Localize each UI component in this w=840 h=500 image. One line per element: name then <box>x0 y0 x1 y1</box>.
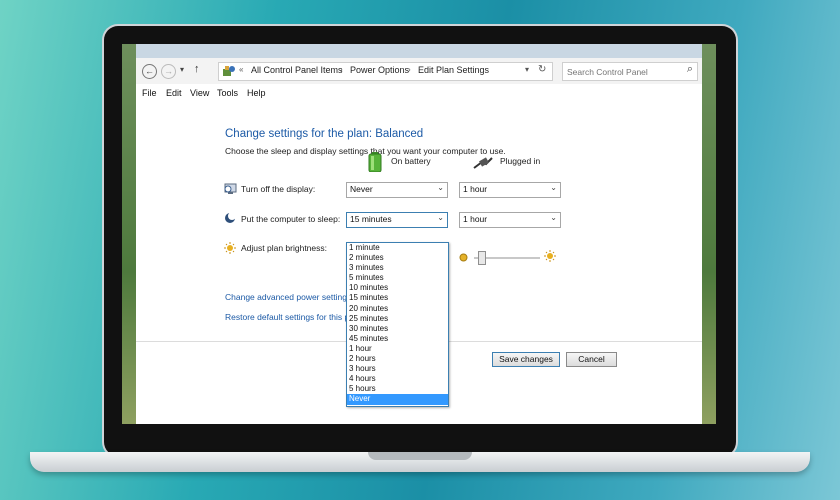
column-plugged-in: Plugged in <box>500 156 541 166</box>
breadcrumb[interactable]: « All Control Panel Items › Power Option… <box>218 62 553 81</box>
sleep-option[interactable]: 30 minutes <box>347 324 448 334</box>
sleep-option[interactable]: 3 minutes <box>347 263 448 273</box>
menu-view[interactable]: View <box>190 88 209 98</box>
sleep-battery-select[interactable]: 15 minutes ⌄ <box>346 212 448 228</box>
sleep-battery-value: 15 minutes <box>350 214 392 224</box>
up-arrow-icon[interactable]: ↑ <box>194 63 200 75</box>
display-plugged-select[interactable]: 1 hour ⌄ <box>459 182 561 198</box>
back-arrow-icon: ← <box>145 66 154 76</box>
forward-button[interactable]: → <box>161 64 176 79</box>
breadcrumb-edit-plan[interactable]: Edit Plan Settings <box>418 65 489 75</box>
search-box[interactable]: ⌕ <box>562 62 698 81</box>
power-plug-icon <box>473 157 493 169</box>
chevron-down-icon: ⌄ <box>550 183 557 192</box>
sleep-option[interactable]: 20 minutes <box>347 304 448 314</box>
menu-tools[interactable]: Tools <box>217 88 238 98</box>
page-subtitle: Choose the sleep and display settings th… <box>225 146 506 156</box>
control-panel-window: ← → ▾ ↑ « All Control Panel Items › Powe… <box>136 58 702 424</box>
cancel-button[interactable]: Cancel <box>566 352 617 367</box>
column-on-battery: On battery <box>391 156 431 166</box>
bright-sun-icon <box>544 250 556 262</box>
sleep-option[interactable]: 15 minutes <box>347 293 448 303</box>
breadcrumb-overflow[interactable]: « <box>239 65 243 74</box>
sleep-plugged-select[interactable]: 1 hour ⌄ <box>459 212 561 228</box>
turn-off-display-label: Turn off the display: <box>241 184 316 194</box>
sleep-option[interactable]: 3 hours <box>347 364 448 374</box>
back-button[interactable]: ← <box>142 64 157 79</box>
breadcrumb-power-options[interactable]: Power Options <box>350 65 409 75</box>
menu-file[interactable]: File <box>142 88 157 98</box>
brightness-slider-thumb[interactable] <box>478 251 486 265</box>
sleep-options-dropdown[interactable]: 1 minute 2 minutes 3 minutes 5 minutes 10 mi… <box>346 242 449 407</box>
chevron-down-icon: ⌄ <box>437 183 444 192</box>
search-input[interactable] <box>565 64 677 79</box>
dim-sun-icon <box>459 253 468 262</box>
menu-bar: File Edit View Tools Help <box>136 84 702 102</box>
advanced-settings-link[interactable]: Change advanced power settings <box>225 292 351 302</box>
sleep-plugged-value: 1 hour <box>463 214 488 224</box>
breadcrumb-separator: › <box>340 65 343 74</box>
desktop-wallpaper-left <box>122 44 136 424</box>
sleep-option[interactable]: 4 hours <box>347 374 448 384</box>
screen: ← → ▾ ↑ « All Control Panel Items › Powe… <box>122 44 716 424</box>
display-battery-value: Never <box>350 184 373 194</box>
battery-icon <box>368 152 382 172</box>
chevron-down-icon: ⌄ <box>550 213 557 222</box>
desktop-wallpaper-right <box>702 44 716 424</box>
menu-edit[interactable]: Edit <box>166 88 182 98</box>
sleep-option[interactable]: 10 minutes <box>347 283 448 293</box>
menu-help[interactable]: Help <box>247 88 266 98</box>
recent-pages-dropdown-icon[interactable]: ▾ <box>180 65 184 74</box>
sleep-option[interactable]: 1 hour <box>347 344 448 354</box>
sleep-option[interactable]: 25 minutes <box>347 314 448 324</box>
search-icon[interactable]: ⌕ <box>687 63 693 76</box>
control-panel-icon <box>223 66 235 76</box>
address-bar-row: ← → ▾ ↑ « All Control Panel Items › Powe… <box>136 58 702 84</box>
sleep-option[interactable]: Never <box>347 394 448 405</box>
sleep-option[interactable]: 2 minutes <box>347 253 448 263</box>
monitor-clock-icon <box>224 183 237 194</box>
sleep-option[interactable]: 1 minute <box>347 243 448 253</box>
sleep-option[interactable]: 5 minutes <box>347 273 448 283</box>
chevron-down-icon: ⌄ <box>437 213 444 222</box>
sleep-option[interactable]: 2 hours <box>347 354 448 364</box>
sleep-option[interactable]: 45 minutes <box>347 334 448 344</box>
refresh-icon[interactable]: ↻ <box>538 64 546 75</box>
sun-icon <box>224 242 236 254</box>
page-title: Change settings for the plan: Balanced <box>225 128 424 140</box>
brightness-label: Adjust plan brightness: <box>241 243 327 253</box>
address-dropdown-icon[interactable]: ▾ <box>525 65 529 74</box>
breadcrumb-separator: › <box>408 65 411 74</box>
save-changes-button[interactable]: Save changes <box>492 352 560 367</box>
window-titlebar <box>136 44 702 58</box>
display-plugged-value: 1 hour <box>463 184 488 194</box>
laptop-notch <box>368 452 472 460</box>
sleep-option[interactable]: 5 hours <box>347 384 448 394</box>
breadcrumb-all-items[interactable]: All Control Panel Items <box>251 65 343 75</box>
display-battery-select[interactable]: Never ⌄ <box>346 182 448 198</box>
restore-defaults-link[interactable]: Restore default settings for this pla <box>225 312 356 322</box>
moon-sleep-icon <box>225 212 236 223</box>
sleep-label: Put the computer to sleep: <box>241 214 341 224</box>
forward-arrow-icon: → <box>164 66 173 76</box>
